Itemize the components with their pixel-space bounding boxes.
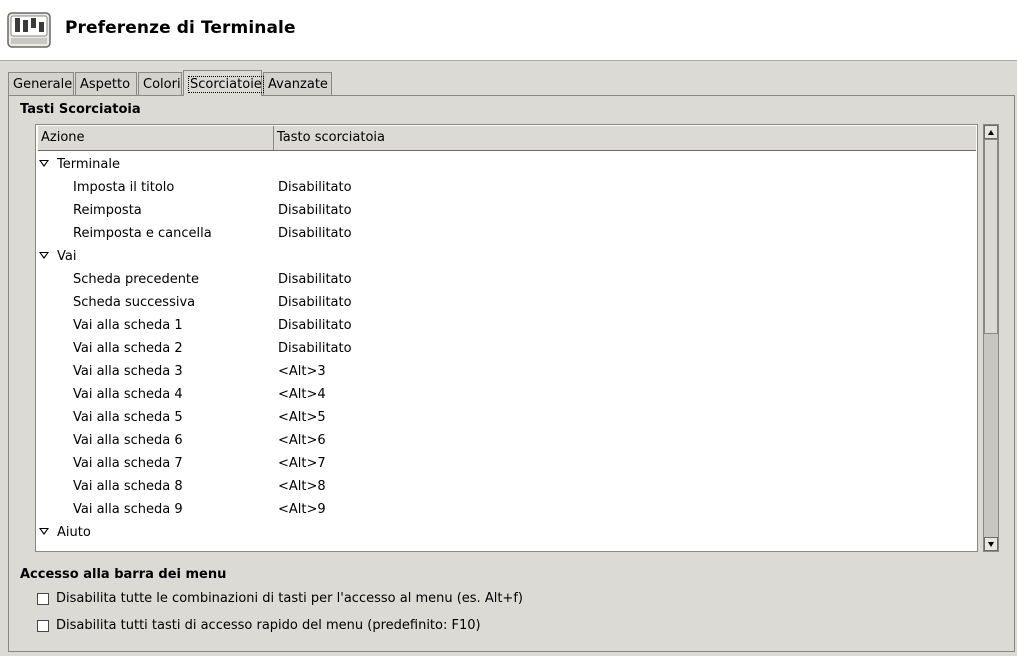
table-row[interactable]: Vai alla scheda 3 <Alt>3 [36, 360, 977, 383]
tab-label: Aspetto [80, 77, 131, 92]
group-label: Vai [57, 249, 77, 264]
tab-generale[interactable]: Generale [8, 72, 74, 95]
scroll-up-button[interactable] [984, 125, 998, 139]
tab-label: Scorciatoie [188, 76, 264, 93]
table-row[interactable]: Reimposta e cancella Disabilitato [36, 222, 977, 245]
shortcut-label[interactable]: <Alt>6 [278, 429, 326, 452]
shortcut-label[interactable]: Disabilitato [278, 337, 352, 360]
table-row[interactable]: Vai alla scheda 5 <Alt>5 [36, 406, 977, 429]
tab-label: Generale [13, 77, 73, 92]
table-row[interactable]: Vai alla scheda 7 <Alt>7 [36, 452, 977, 475]
action-label: Vai alla scheda 5 [73, 410, 183, 425]
table-row[interactable]: Scheda precedente Disabilitato [36, 268, 977, 291]
tab-avanzate[interactable]: Avanzate [263, 72, 332, 95]
table-row[interactable]: Vai alla scheda 1 Disabilitato [36, 314, 977, 337]
column-header-shortcut[interactable]: Tasto scorciatoia [274, 126, 976, 150]
table-row[interactable]: Vai alla scheda 9 <Alt>9 [36, 498, 977, 521]
action-label: Vai alla scheda 8 [73, 479, 183, 494]
action-label: Reimposta [73, 203, 142, 218]
tab-label: Colori [143, 77, 181, 92]
tree-group-row[interactable]: Aiuto [36, 521, 977, 544]
action-label: Vai alla scheda 9 [73, 502, 183, 517]
shortcut-label[interactable]: <Alt>3 [278, 360, 326, 383]
dialog-header: Preferenze di Terminale [0, 0, 1017, 61]
tree-group-row[interactable]: Terminale [36, 153, 977, 176]
table-row[interactable]: Vai alla scheda 2 Disabilitato [36, 337, 977, 360]
shortcut-label[interactable]: Disabilitato [278, 314, 352, 337]
group-label: Terminale [57, 157, 120, 172]
shortcuts-section-title: Tasti Scorciatoia [20, 102, 141, 117]
group-label: Aiuto [57, 525, 91, 540]
action-label: Imposta il titolo [73, 180, 175, 195]
table-row[interactable]: Vai alla scheda 6 <Alt>6 [36, 429, 977, 452]
shortcut-label[interactable]: Disabilitato [278, 268, 352, 291]
terminal-preferences-icon [7, 12, 51, 48]
shortcut-label[interactable]: <Alt>8 [278, 475, 326, 498]
checkbox-label: Disabilita tutte le combinazioni di tast… [56, 591, 523, 606]
shortcut-label[interactable]: Disabilitato [278, 291, 352, 314]
vertical-scrollbar[interactable] [983, 124, 999, 552]
tree-group-row[interactable]: Vai [36, 245, 977, 268]
disable-accelerator-checkbox[interactable] [37, 620, 49, 632]
shortcut-label[interactable]: <Alt>5 [278, 406, 326, 429]
scroll-down-button[interactable] [984, 537, 998, 551]
arrow-down-icon [988, 542, 994, 547]
checkbox-label: Disabilita tutti tasti di accesso rapido… [56, 618, 481, 633]
table-row[interactable]: Vai alla scheda 8 <Alt>8 [36, 475, 977, 498]
shortcut-label[interactable]: <Alt>4 [278, 383, 326, 406]
table-row[interactable]: Reimposta Disabilitato [36, 199, 977, 222]
expander-triangle-icon[interactable] [39, 252, 49, 259]
shortcut-label[interactable]: Disabilitato [278, 199, 352, 222]
tab-label: Avanzate [268, 77, 328, 92]
action-label: Reimposta e cancella [73, 226, 212, 241]
menubar-access-section-title: Accesso alla barra dei menu [20, 567, 227, 582]
action-label: Vai alla scheda 6 [73, 433, 183, 448]
tab-aspetto[interactable]: Aspetto [75, 72, 137, 95]
table-row[interactable]: Imposta il titolo Disabilitato [36, 176, 977, 199]
window-title: Preferenze di Terminale [65, 18, 296, 38]
scrollbar-thumb[interactable] [984, 139, 998, 334]
action-label: Vai alla scheda 4 [73, 387, 183, 402]
tree-header: Azione Tasto scorciatoia [38, 126, 976, 151]
disable-mnemonics-checkbox[interactable] [37, 593, 49, 605]
table-row[interactable]: Vai alla scheda 4 <Alt>4 [36, 383, 977, 406]
tab-scorciatoie[interactable]: Scorciatoie [183, 70, 264, 96]
shortcuts-tree[interactable]: Azione Tasto scorciatoia Terminale Impos… [35, 124, 978, 552]
action-label: Scheda precedente [73, 272, 200, 287]
shortcut-label[interactable]: <Alt>7 [278, 452, 326, 475]
expander-triangle-icon[interactable] [39, 160, 49, 167]
arrow-up-icon [988, 130, 994, 135]
shortcut-label[interactable]: Disabilitato [278, 176, 352, 199]
expander-triangle-icon[interactable] [39, 528, 49, 535]
table-row[interactable]: Scheda successiva Disabilitato [36, 291, 977, 314]
column-header-action[interactable]: Azione [38, 126, 274, 150]
action-label: Vai alla scheda 1 [73, 318, 183, 333]
action-label: Vai alla scheda 3 [73, 364, 183, 379]
shortcut-label[interactable]: <Alt>9 [278, 498, 326, 521]
action-label: Scheda successiva [73, 295, 196, 310]
action-label: Vai alla scheda 2 [73, 341, 183, 356]
tab-colori[interactable]: Colori [138, 72, 182, 95]
shortcut-label[interactable]: Disabilitato [278, 222, 352, 245]
action-label: Vai alla scheda 7 [73, 456, 183, 471]
